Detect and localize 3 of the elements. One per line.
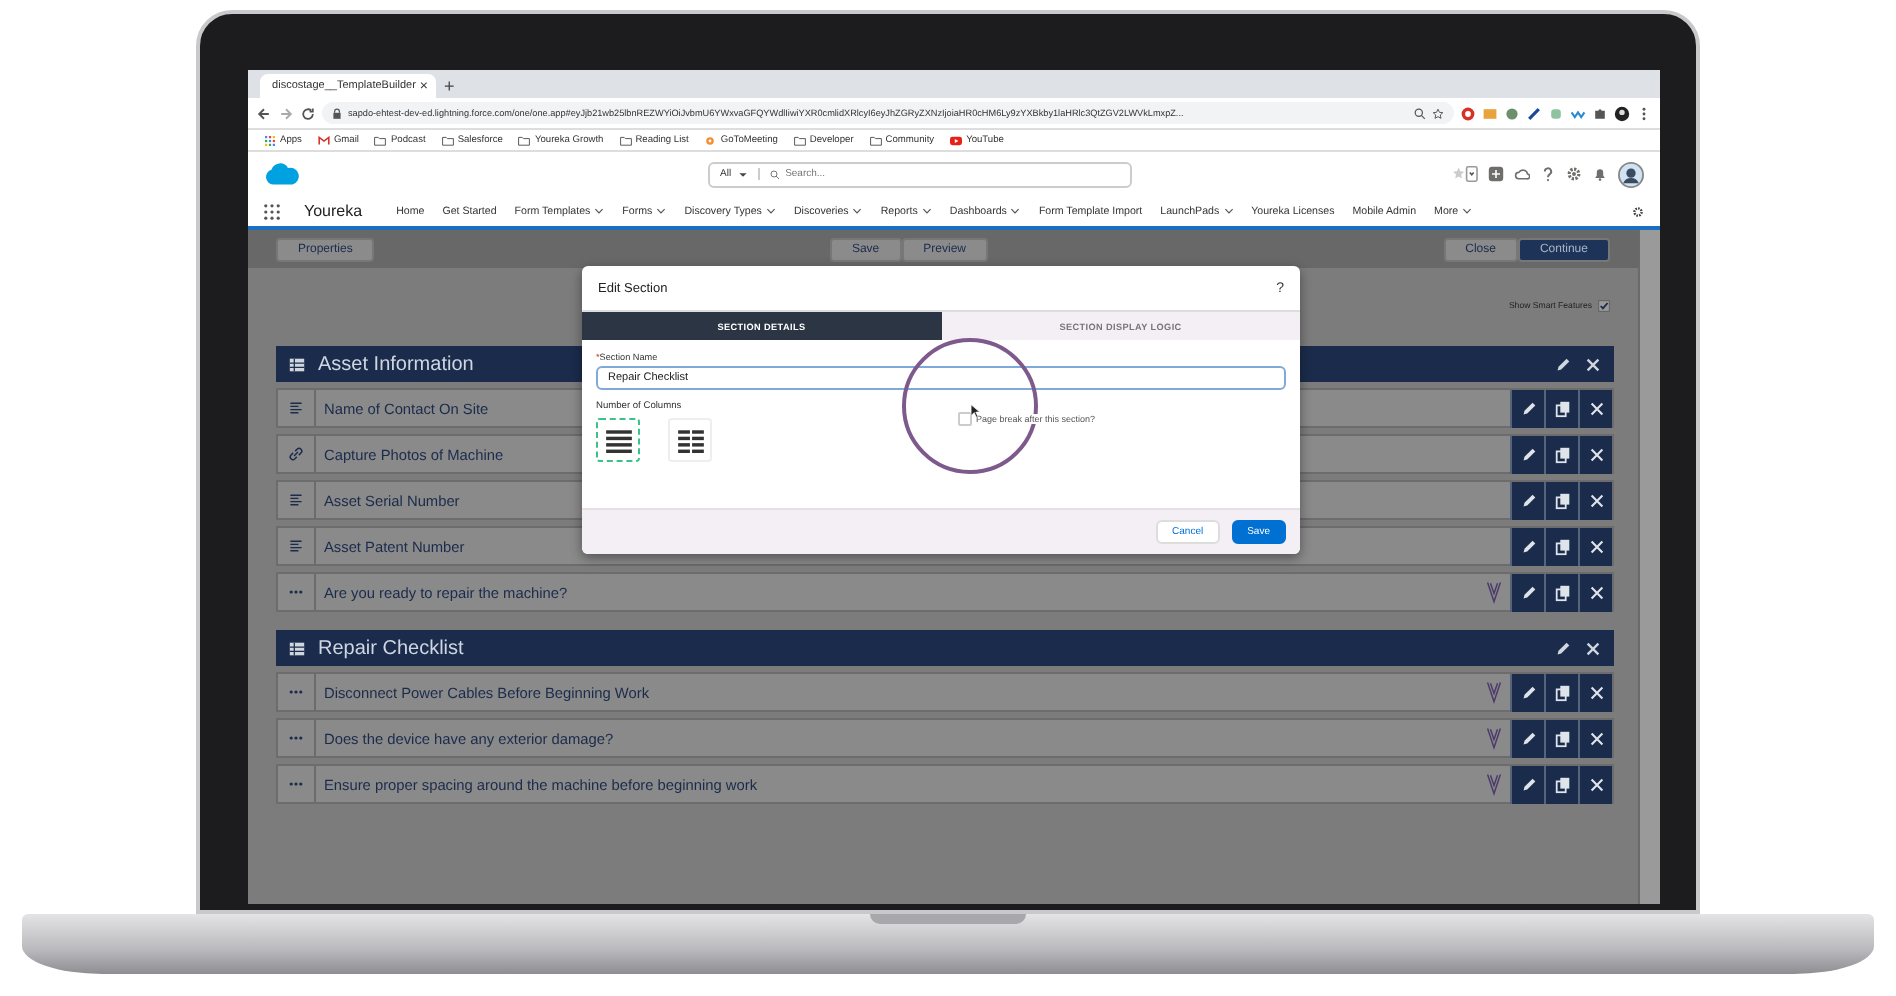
section-title: Repair Checklist: [318, 637, 464, 659]
app-name: Youreka: [304, 202, 363, 220]
section-title: Asset Information: [318, 353, 474, 375]
